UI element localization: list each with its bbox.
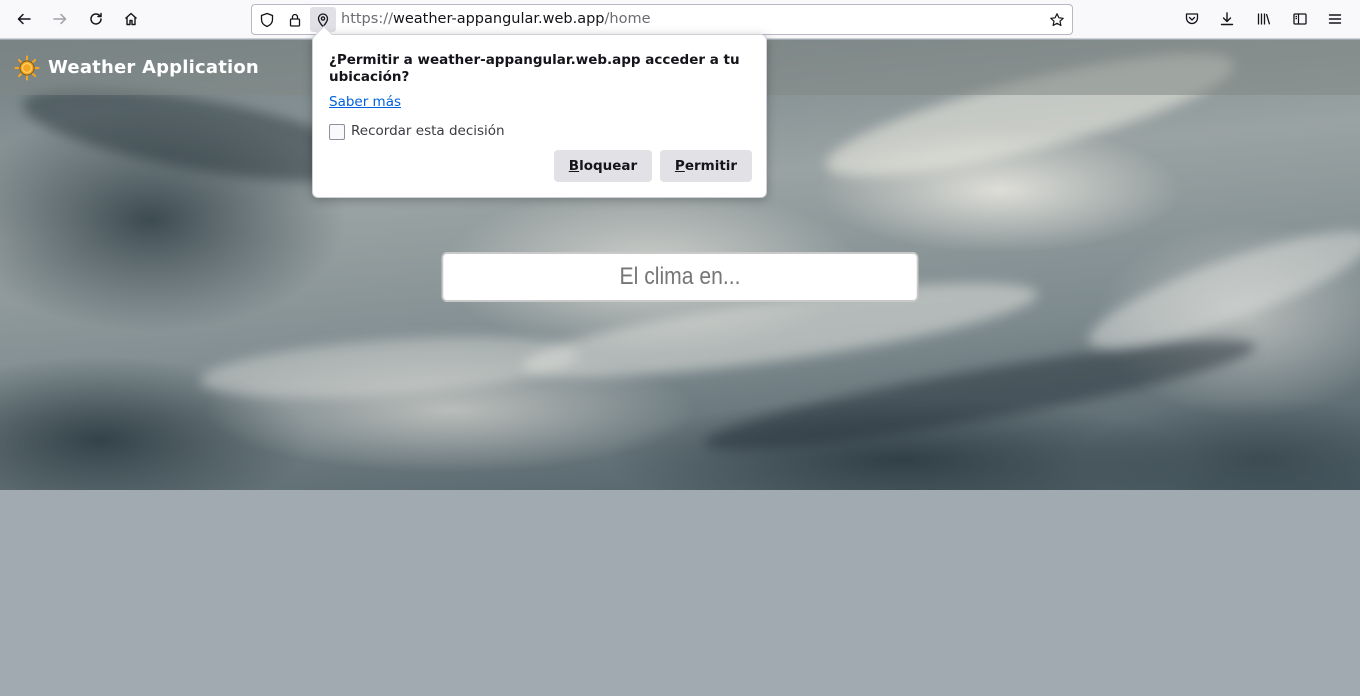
- sidebar-button[interactable]: [1286, 5, 1314, 33]
- home-icon: [125, 12, 137, 26]
- sidebar-icon: [1293, 13, 1307, 25]
- block-button[interactable]: Bloquear: [554, 150, 652, 182]
- allow-button-label: ermitir: [684, 158, 738, 174]
- app-title: Weather Application: [48, 57, 259, 78]
- home-button[interactable]: [117, 5, 145, 33]
- url-bar[interactable]: https://weather-appangular.web.app/home: [251, 4, 1073, 35]
- allow-button-accesskey: P: [674, 158, 685, 174]
- reload-button[interactable]: [82, 5, 110, 33]
- permission-question: ¿Permitir a weather-appangular.web.app a…: [329, 52, 740, 85]
- forward-button[interactable]: [46, 5, 74, 33]
- star-icon: [1050, 13, 1064, 27]
- bookmark-button[interactable]: [1048, 11, 1066, 29]
- remember-decision-checkbox[interactable]: [329, 124, 345, 140]
- site-security-button[interactable]: [286, 11, 304, 29]
- menu-button[interactable]: [1321, 5, 1349, 33]
- allow-button[interactable]: Permitir: [660, 150, 752, 182]
- block-button-accesskey: B: [568, 158, 580, 174]
- url-scheme: https://: [341, 11, 393, 27]
- url-host: weather-appangular.web.app: [392, 11, 605, 27]
- url-text[interactable]: https://weather-appangular.web.app/home: [341, 11, 651, 27]
- lock-icon: [289, 13, 301, 27]
- hamburger-menu-icon: [1328, 14, 1342, 24]
- shield-icon: [260, 12, 274, 28]
- url-path: /home: [604, 11, 651, 27]
- reload-icon: [90, 12, 102, 25]
- tracking-protection-button[interactable]: [258, 11, 276, 29]
- learn-more-link[interactable]: Saber más: [329, 94, 401, 110]
- library-icon: [1257, 13, 1271, 25]
- back-button[interactable]: [10, 5, 38, 33]
- pocket-button[interactable]: [1178, 5, 1206, 33]
- sun-icon: [14, 55, 40, 81]
- city-search-input[interactable]: [441, 252, 919, 302]
- arrow-right-icon: [53, 13, 67, 25]
- downloads-button[interactable]: [1213, 5, 1241, 33]
- library-button[interactable]: [1250, 5, 1278, 33]
- block-button-label: loquear: [579, 158, 638, 174]
- cloud-streak: [198, 326, 582, 409]
- pocket-icon: [1185, 13, 1199, 25]
- download-icon: [1220, 12, 1234, 26]
- remember-decision-label[interactable]: Recordar esta decisión: [351, 123, 505, 139]
- arrow-left-icon: [17, 13, 31, 25]
- location-permission-popup: ¿Permitir a weather-appangular.web.app a…: [312, 25, 767, 198]
